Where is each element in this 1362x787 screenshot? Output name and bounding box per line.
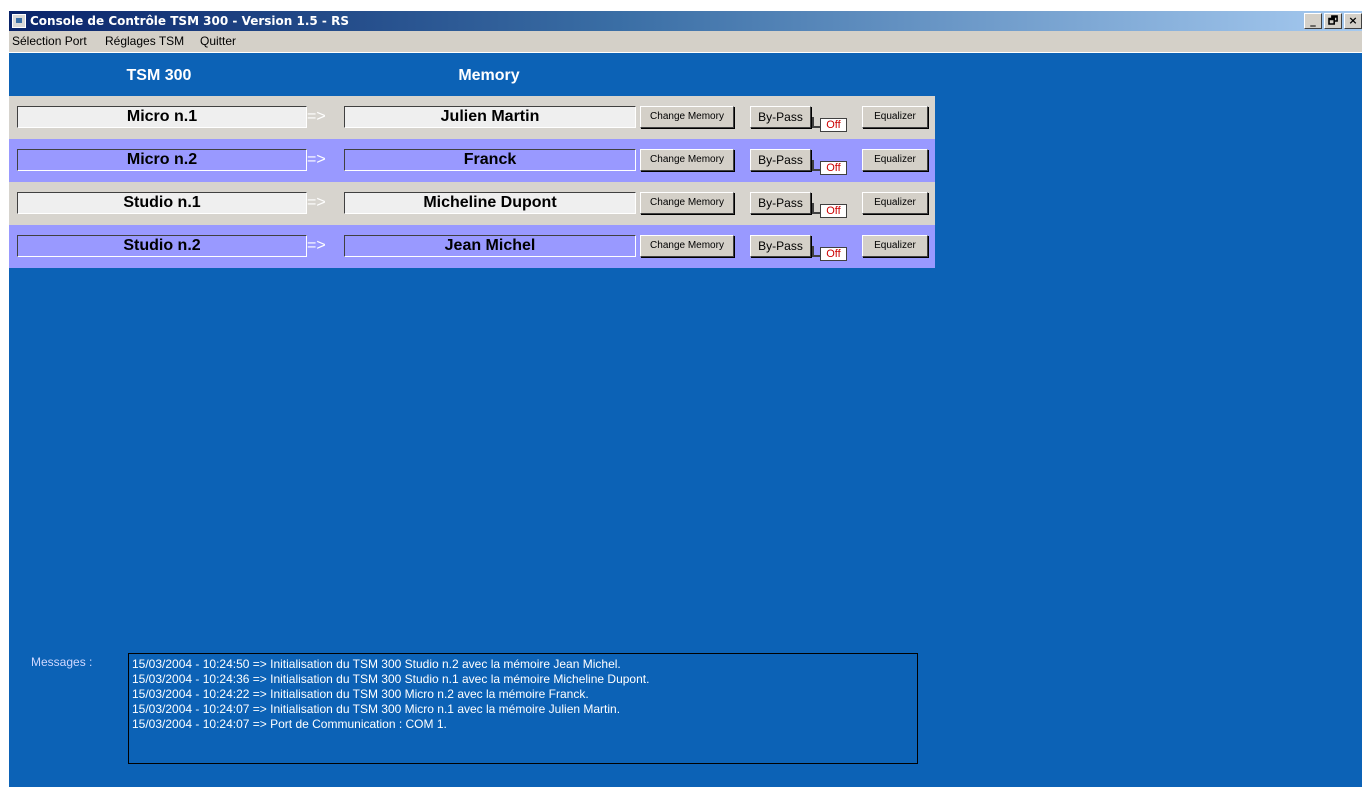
memory-name: Jean Michel (344, 235, 636, 257)
bypass-state-indicator: Off (820, 247, 847, 261)
bypass-state-indicator: Off (820, 161, 847, 175)
restore-button[interactable]: 🗗 (1324, 13, 1342, 29)
change-memory-button[interactable]: Change Memory (640, 192, 734, 214)
bypass-button[interactable]: By-Pass (750, 106, 811, 128)
channel-row-micro-1: Micro n.1 => Julien Martin Change Memory… (9, 96, 935, 139)
change-memory-button[interactable]: Change Memory (640, 235, 734, 257)
close-button[interactable]: × (1344, 13, 1362, 29)
log-line: 15/03/2004 - 10:24:36 => Initialisation … (132, 672, 650, 686)
device-name: Micro n.1 (17, 106, 307, 128)
messages-label: Messages : (31, 655, 93, 669)
messages-log[interactable]: 15/03/2004 - 10:24:50 => Initialisation … (128, 653, 918, 764)
equalizer-button[interactable]: Equalizer (862, 192, 928, 214)
bypass-button[interactable]: By-Pass (750, 235, 811, 257)
memory-name: Julien Martin (344, 106, 636, 128)
bypass-state-indicator: Off (820, 204, 847, 218)
header-memory: Memory (458, 67, 520, 84)
bypass-connector (812, 203, 820, 214)
menu-selection-port[interactable]: Sélection Port (12, 31, 87, 52)
device-name: Micro n.2 (17, 149, 307, 171)
bypass-connector (812, 117, 820, 128)
bypass-connector (812, 160, 820, 171)
arrow-label: => (307, 237, 326, 254)
channel-row-micro-2: Micro n.2 => Franck Change Memory By-Pas… (9, 139, 935, 182)
device-name: Studio n.2 (17, 235, 307, 257)
memory-name: Franck (344, 149, 636, 171)
arrow-label: => (307, 108, 326, 125)
menu-quitter[interactable]: Quitter (200, 31, 236, 52)
change-memory-button[interactable]: Change Memory (640, 149, 734, 171)
menu-bar: Sélection Port Réglages TSM Quitter (9, 31, 1362, 52)
equalizer-button[interactable]: Equalizer (862, 235, 928, 257)
arrow-label: => (307, 194, 326, 211)
channel-list: Micro n.1 => Julien Martin Change Memory… (9, 96, 935, 268)
bypass-button[interactable]: By-Pass (750, 149, 811, 171)
window-controls: _ 🗗 × (1304, 13, 1362, 29)
memory-name: Micheline Dupont (344, 192, 636, 214)
header-tsm: TSM 300 (126, 67, 192, 84)
equalizer-button[interactable]: Equalizer (862, 106, 928, 128)
log-line: 15/03/2004 - 10:24:07 => Port de Communi… (132, 717, 447, 731)
title-bar: Console de Contrôle TSM 300 - Version 1.… (9, 11, 1362, 31)
menu-reglages-tsm[interactable]: Réglages TSM (105, 31, 184, 52)
bypass-connector (812, 246, 820, 257)
minimize-button[interactable]: _ (1304, 13, 1322, 29)
device-name: Studio n.1 (17, 192, 307, 214)
bypass-state-indicator: Off (820, 118, 847, 132)
log-line: 15/03/2004 - 10:24:07 => Initialisation … (132, 702, 621, 716)
app-icon[interactable] (12, 14, 26, 28)
arrow-label: => (307, 151, 326, 168)
log-line: 15/03/2004 - 10:24:22 => Initialisation … (132, 687, 589, 701)
log-line: 15/03/2004 - 10:24:50 => Initialisation … (132, 657, 621, 671)
change-memory-button[interactable]: Change Memory (640, 106, 734, 128)
bypass-button[interactable]: By-Pass (750, 192, 811, 214)
channel-row-studio-1: Studio n.1 => Micheline Dupont Change Me… (9, 182, 935, 225)
equalizer-button[interactable]: Equalizer (862, 149, 928, 171)
client-area: TSM 300 Memory Micro n.1 => Julien Marti… (9, 53, 1362, 787)
window-title: Console de Contrôle TSM 300 - Version 1.… (30, 14, 349, 28)
channel-row-studio-2: Studio n.2 => Jean Michel Change Memory … (9, 225, 935, 268)
